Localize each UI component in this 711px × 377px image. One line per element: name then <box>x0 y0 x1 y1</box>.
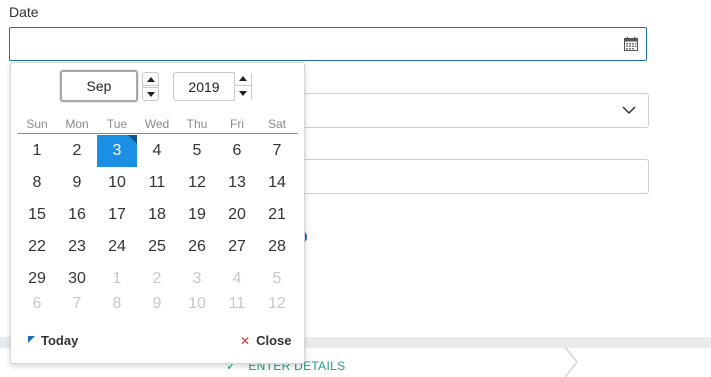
calendar-icon[interactable] <box>624 37 638 51</box>
day-cell[interactable]: 27 <box>217 231 257 263</box>
day-cell-other-month[interactable]: 5 <box>257 263 297 295</box>
background-select[interactable] <box>296 93 649 128</box>
arrow-down-icon <box>239 91 247 96</box>
week-row: 1 2 3 4 5 6 7 <box>17 135 297 167</box>
day-cell-other-month[interactable]: 6 <box>17 295 57 319</box>
year-spinner <box>234 72 251 102</box>
week-row: 29 30 1 2 3 4 5 <box>17 263 297 295</box>
day-cell[interactable]: 12 <box>177 167 217 199</box>
day-cell[interactable]: 21 <box>257 199 297 231</box>
day-cell[interactable]: 30 <box>57 263 97 295</box>
day-cell[interactable]: 25 <box>137 231 177 263</box>
close-button[interactable]: ✕ Close <box>240 333 291 348</box>
day-cell-other-month[interactable]: 9 <box>137 295 177 319</box>
day-cell[interactable]: 20 <box>217 199 257 231</box>
day-cell-other-month[interactable]: 10 <box>177 295 217 319</box>
day-cell[interactable]: 13 <box>217 167 257 199</box>
weekday-label: Sun <box>26 117 48 131</box>
chevron-down-icon <box>622 106 636 115</box>
day-cell-selected[interactable]: 3 <box>97 135 137 167</box>
year-increment-button[interactable] <box>234 72 251 86</box>
day-cell-other-month[interactable]: 2 <box>137 263 177 295</box>
arrow-down-icon <box>147 92 155 97</box>
weekday-label: Thu <box>186 117 208 131</box>
today-marker-icon <box>28 336 35 343</box>
weekday-label: Mon <box>65 117 89 131</box>
date-input[interactable] <box>9 27 647 61</box>
weekday-header: Sun Mon Tue Wed Thu Fri Sat <box>17 117 297 133</box>
today-button[interactable]: Today <box>28 333 78 348</box>
day-cell[interactable]: 18 <box>137 199 177 231</box>
day-cell[interactable]: 23 <box>57 231 97 263</box>
day-cell[interactable]: 16 <box>57 199 97 231</box>
day-cell[interactable]: 14 <box>257 167 297 199</box>
month-decrement-button[interactable] <box>142 87 159 101</box>
year-field[interactable]: 2019 <box>173 72 252 101</box>
day-cell[interactable]: 10 <box>97 167 137 199</box>
calendar-popup: Sep 2019 Sun Mon Tue Wed Thu Fri Sat 1 2… <box>10 62 305 364</box>
weekday-label: Wed <box>144 117 170 131</box>
day-cell-other-month[interactable]: 12 <box>257 295 297 319</box>
close-label: Close <box>256 333 292 348</box>
day-cell[interactable]: 19 <box>177 199 217 231</box>
day-cell-other-month[interactable]: 1 <box>97 263 137 295</box>
month-increment-button[interactable] <box>142 72 159 86</box>
day-cell[interactable]: 29 <box>17 263 57 295</box>
month-field[interactable]: Sep <box>60 70 138 102</box>
week-row: 6 7 8 9 10 11 12 <box>17 295 297 319</box>
day-cell[interactable]: 11 <box>137 167 177 199</box>
day-cell-other-month[interactable]: 8 <box>97 295 137 319</box>
month-spinner <box>142 72 159 102</box>
day-cell-other-month[interactable]: 4 <box>217 263 257 295</box>
day-cell[interactable]: 26 <box>177 231 217 263</box>
day-cell[interactable]: 6 <box>217 135 257 167</box>
arrow-up-icon <box>239 76 247 81</box>
day-grid: 1 2 3 4 5 6 7 8 9 10 11 12 13 14 15 16 1… <box>17 135 297 319</box>
weekday-label: Tue <box>106 117 128 131</box>
day-cell[interactable]: 8 <box>17 167 57 199</box>
weekday-label: Sat <box>267 117 286 131</box>
day-cell[interactable]: 9 <box>57 167 97 199</box>
day-cell-other-month[interactable]: 7 <box>57 295 97 319</box>
date-label: Date <box>9 4 39 20</box>
step-separator-icon <box>564 347 578 377</box>
day-cell-other-month[interactable]: 11 <box>217 295 257 319</box>
weekday-label: Fri <box>230 117 244 131</box>
arrow-up-icon <box>147 77 155 82</box>
week-row: 22 23 24 25 26 27 28 <box>17 231 297 263</box>
year-decrement-button[interactable] <box>234 87 251 101</box>
day-cell-other-month[interactable]: 3 <box>177 263 217 295</box>
day-cell[interactable]: 24 <box>97 231 137 263</box>
today-label: Today <box>41 333 79 348</box>
day-cell[interactable]: 17 <box>97 199 137 231</box>
background-input[interactable] <box>296 159 649 194</box>
day-cell[interactable]: 22 <box>17 231 57 263</box>
day-cell[interactable]: 28 <box>257 231 297 263</box>
day-cell[interactable]: 15 <box>17 199 57 231</box>
day-cell[interactable]: 7 <box>257 135 297 167</box>
day-cell[interactable]: 5 <box>177 135 217 167</box>
week-row: 8 9 10 11 12 13 14 <box>17 167 297 199</box>
year-value: 2019 <box>188 78 220 95</box>
day-cell[interactable]: 2 <box>57 135 97 167</box>
close-icon: ✕ <box>240 334 251 348</box>
weekday-divider <box>18 133 298 134</box>
day-cell[interactable]: 1 <box>17 135 57 167</box>
day-cell[interactable]: 4 <box>137 135 177 167</box>
week-row: 15 16 17 18 19 20 21 <box>17 199 297 231</box>
calendar-footer: Today ✕ Close <box>11 333 304 353</box>
